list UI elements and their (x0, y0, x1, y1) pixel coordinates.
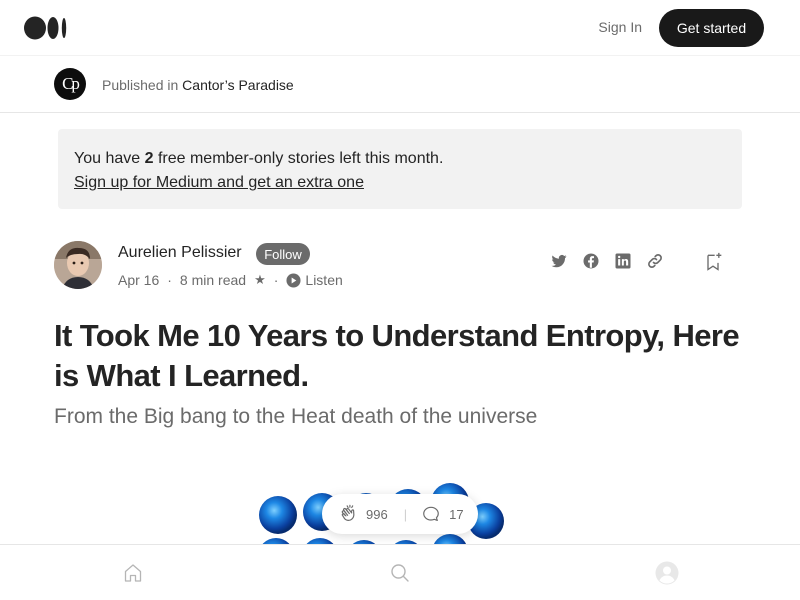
linkedin-icon[interactable] (614, 252, 632, 270)
clap-button[interactable]: 996 (338, 503, 388, 525)
publish-date: Apr 16 (118, 272, 160, 288)
listen-button[interactable]: Listen (286, 272, 343, 288)
banner-suffix: free member-only stories left this month… (157, 150, 444, 167)
sign-in-link[interactable]: Sign In (598, 19, 642, 35)
author-name-link[interactable]: Aurelien Pelissier (118, 244, 242, 262)
play-icon (286, 272, 301, 288)
signup-extra-story-link[interactable]: Sign up for Medium and get an extra one (74, 174, 364, 191)
top-navbar: Sign In Get started (0, 0, 800, 56)
response-bubble-icon (423, 506, 439, 521)
response-count: 17 (449, 506, 464, 522)
publication-row: Cp Published in Cantor’s Paradise (0, 56, 800, 113)
article-subtitle: From the Big bang to the Heat death of t… (54, 405, 538, 428)
get-started-button[interactable]: Get started (659, 9, 764, 47)
twitter-icon[interactable] (550, 252, 568, 270)
listen-label: Listen (305, 272, 343, 288)
bottom-navbar (0, 544, 800, 600)
meta-separator: · (273, 272, 279, 288)
engagement-bar: 996 | 17 (322, 494, 478, 534)
profile-icon[interactable] (655, 561, 679, 585)
engagement-divider: | (403, 506, 408, 522)
publication-logo[interactable]: Cp (54, 68, 86, 100)
clap-icon (341, 504, 355, 521)
link-icon[interactable] (646, 252, 664, 270)
follow-button[interactable]: Follow (256, 243, 310, 265)
article-title: It Took Me 10 Years to Understand Entrop… (54, 318, 740, 393)
banner-count: 2 (144, 150, 154, 167)
medium-logo-icon[interactable] (24, 16, 68, 40)
bookmark-add-icon[interactable] (703, 252, 723, 272)
banner-message: You have 2 free member-only stories left… (74, 147, 726, 171)
clap-count: 996 (366, 506, 388, 522)
facebook-icon[interactable] (582, 252, 600, 270)
responses-button[interactable]: 17 (421, 504, 464, 524)
published-in: Published in Cantor’s Paradise (102, 77, 294, 93)
member-stories-banner: You have 2 free member-only stories left… (58, 129, 742, 209)
article-meta: Apr 16 · 8 min read ★ · Listen (118, 272, 343, 288)
publication-name-link[interactable]: Cantor’s Paradise (182, 77, 294, 93)
member-only-star-icon: ★ (254, 272, 266, 287)
read-time: 8 min read (179, 272, 247, 288)
home-icon[interactable] (121, 561, 145, 585)
banner-prefix: You have (74, 150, 141, 167)
meta-separator: · (167, 272, 172, 288)
author-avatar[interactable] (54, 241, 102, 289)
search-icon[interactable] (388, 561, 412, 585)
published-in-label: Published in (102, 77, 179, 93)
